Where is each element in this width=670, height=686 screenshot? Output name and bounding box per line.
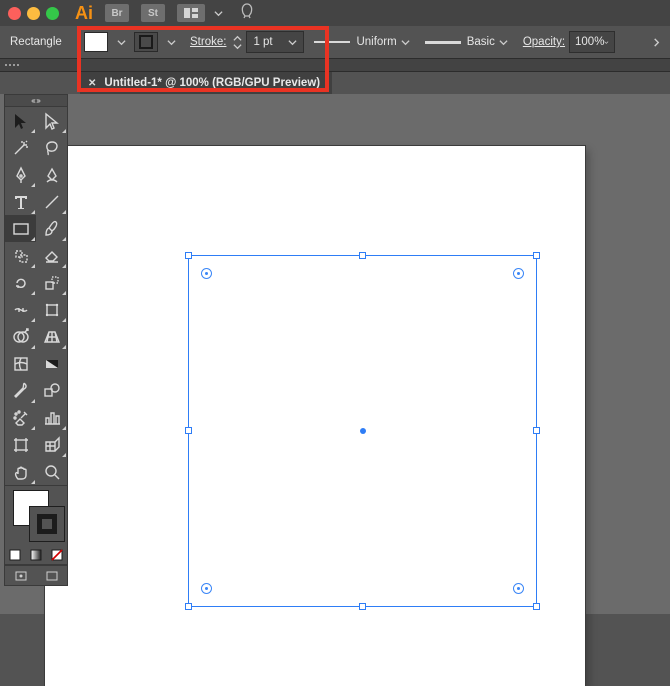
color-mode-none-button[interactable] bbox=[46, 546, 67, 564]
stroke-indicator[interactable] bbox=[29, 506, 65, 542]
opacity-value: 100% bbox=[575, 36, 604, 48]
blend-tool[interactable] bbox=[36, 377, 67, 404]
selection-type-label: Rectangle bbox=[0, 36, 76, 48]
panel-dock-gripper[interactable] bbox=[0, 58, 670, 72]
magic-wand-tool[interactable] bbox=[5, 134, 36, 161]
artboard-tool[interactable] bbox=[5, 431, 36, 458]
stroke-weight-label[interactable]: Stroke: bbox=[190, 36, 226, 48]
controlbar-overflow-button[interactable] bbox=[646, 26, 666, 58]
bridge-shortcut-button[interactable]: Br bbox=[105, 4, 129, 22]
mesh-tool[interactable] bbox=[5, 350, 36, 377]
window-fullscreen-button[interactable] bbox=[46, 7, 59, 20]
live-corner-widget[interactable] bbox=[201, 268, 212, 279]
brush-definition-label: Basic bbox=[467, 36, 495, 48]
macos-titlebar: Ai Br St bbox=[0, 0, 670, 26]
canvas-area[interactable] bbox=[0, 94, 670, 614]
stock-shortcut-button[interactable]: St bbox=[141, 4, 165, 22]
stroke-weight-stepper[interactable] bbox=[232, 35, 242, 50]
resize-handle-bottom-left[interactable] bbox=[185, 603, 192, 610]
stroke-swatch-dropdown[interactable] bbox=[162, 32, 180, 52]
curvature-tool[interactable] bbox=[36, 161, 67, 188]
slice-tool[interactable] bbox=[36, 431, 67, 458]
fill-stroke-indicator[interactable] bbox=[5, 486, 67, 546]
shaper-tool[interactable] bbox=[5, 242, 36, 269]
arrange-documents-button[interactable] bbox=[177, 4, 205, 22]
resize-handle-bottom-mid[interactable] bbox=[359, 603, 366, 610]
resize-handle-top-mid[interactable] bbox=[359, 252, 366, 259]
color-mode-gradient-button[interactable] bbox=[26, 546, 47, 564]
color-mode-row bbox=[5, 546, 67, 564]
stroke-weight-field[interactable]: 1 pt bbox=[246, 31, 304, 53]
selection-tool[interactable] bbox=[5, 107, 36, 134]
tools-panel-collapse-button[interactable] bbox=[5, 95, 67, 107]
screen-mode-row bbox=[5, 565, 67, 585]
window-close-button[interactable] bbox=[8, 7, 21, 20]
variable-width-profile-dropdown[interactable]: Uniform bbox=[314, 32, 414, 52]
artboard[interactable] bbox=[45, 146, 585, 686]
rotate-tool[interactable] bbox=[5, 269, 36, 296]
resize-handle-mid-right[interactable] bbox=[533, 427, 540, 434]
selected-rectangle[interactable] bbox=[188, 255, 537, 607]
document-tab-title: Untitled-1* @ 100% (RGB/GPU Preview) bbox=[104, 77, 320, 89]
scale-tool[interactable] bbox=[36, 269, 67, 296]
live-corner-widget[interactable] bbox=[201, 583, 212, 594]
hand-tool[interactable] bbox=[5, 458, 36, 485]
free-transform-tool[interactable] bbox=[36, 296, 67, 323]
selection-center-icon bbox=[360, 428, 366, 434]
stroke-weight-value: 1 pt bbox=[253, 36, 272, 48]
zoom-tool[interactable] bbox=[36, 458, 67, 485]
resize-handle-top-left[interactable] bbox=[185, 252, 192, 259]
perspective-grid-tool[interactable] bbox=[36, 323, 67, 350]
opacity-field[interactable]: 100% bbox=[569, 31, 615, 53]
opacity-label[interactable]: Opacity: bbox=[523, 36, 565, 48]
draw-mode-button[interactable] bbox=[5, 566, 36, 585]
line-segment-tool[interactable] bbox=[36, 188, 67, 215]
direct-selection-tool[interactable] bbox=[36, 107, 67, 134]
gradient-tool[interactable] bbox=[36, 350, 67, 377]
window-minimize-button[interactable] bbox=[27, 7, 40, 20]
symbol-sprayer-tool[interactable] bbox=[5, 404, 36, 431]
resize-handle-mid-left[interactable] bbox=[185, 427, 192, 434]
tools-panel bbox=[4, 94, 68, 586]
live-corner-widget[interactable] bbox=[513, 268, 524, 279]
rectangle-tool[interactable] bbox=[5, 215, 36, 242]
variable-width-profile-label: Uniform bbox=[356, 36, 396, 48]
arrange-documents-dropdown[interactable] bbox=[213, 4, 223, 22]
color-mode-solid-button[interactable] bbox=[5, 546, 26, 564]
width-tool[interactable] bbox=[5, 296, 36, 323]
shape-builder-tool[interactable] bbox=[5, 323, 36, 350]
type-tool[interactable] bbox=[5, 188, 36, 215]
resize-handle-bottom-right[interactable] bbox=[533, 603, 540, 610]
brush-definition-dropdown[interactable]: Basic bbox=[425, 32, 513, 52]
app-logo-icon: Ai bbox=[75, 3, 93, 24]
paintbrush-tool[interactable] bbox=[36, 215, 67, 242]
screen-mode-button[interactable] bbox=[36, 566, 67, 585]
control-bar: Rectangle Stroke: 1 pt Uniform Basic Opa… bbox=[0, 26, 670, 58]
column-graph-tool[interactable] bbox=[36, 404, 67, 431]
fill-swatch[interactable] bbox=[84, 32, 108, 52]
document-tab-row: ✕ Untitled-1* @ 100% (RGB/GPU Preview) bbox=[0, 72, 670, 94]
resize-handle-top-right[interactable] bbox=[533, 252, 540, 259]
fill-swatch-dropdown[interactable] bbox=[112, 32, 130, 52]
eraser-tool[interactable] bbox=[36, 242, 67, 269]
lasso-tool[interactable] bbox=[36, 134, 67, 161]
stroke-swatch[interactable] bbox=[134, 32, 158, 52]
close-tab-icon[interactable]: ✕ bbox=[88, 78, 96, 89]
live-corner-widget[interactable] bbox=[513, 583, 524, 594]
gpu-performance-icon[interactable] bbox=[239, 3, 255, 23]
document-tab[interactable]: ✕ Untitled-1* @ 100% (RGB/GPU Preview) bbox=[80, 72, 332, 94]
pen-tool[interactable] bbox=[5, 161, 36, 188]
eyedropper-tool[interactable] bbox=[5, 377, 36, 404]
workspace bbox=[0, 94, 670, 614]
